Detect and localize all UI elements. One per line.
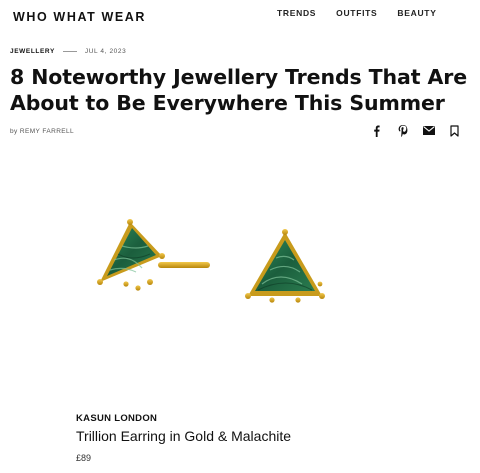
product-price: £89 — [76, 453, 92, 463]
byline: by REMY FARRELL — [10, 128, 74, 135]
earring-left-illustration — [97, 219, 210, 291]
nav-item-trends[interactable]: TRENDS — [277, 8, 316, 18]
meta-divider — [62, 51, 77, 52]
nav-item-beauty[interactable]: BEAUTY — [397, 8, 436, 18]
article-meta: JEWELLERY JUL 4, 2023 — [10, 48, 126, 55]
article-title: 8 Noteworthy Jewellery Trends That Are A… — [10, 65, 468, 115]
top-nav: TRENDS OUTFITS BEAUTY — [277, 8, 437, 18]
category-link[interactable]: JEWELLERY — [10, 48, 55, 55]
product-name[interactable]: Trillion Earring in Gold & Malachite — [76, 428, 291, 444]
site-logo[interactable]: WHO WHAT WEAR — [13, 10, 146, 24]
facebook-icon[interactable] — [370, 124, 383, 137]
bookmark-icon[interactable] — [448, 124, 461, 137]
product-card: KASUN LONDON Trillion Earring in Gold & … — [76, 413, 291, 463]
earring-right-illustration — [245, 229, 325, 303]
product-brand[interactable]: KASUN LONDON — [76, 413, 291, 424]
pinterest-icon[interactable] — [396, 124, 409, 137]
email-icon[interactable] — [422, 124, 435, 137]
nav-item-outfits[interactable]: OUTFITS — [336, 8, 377, 18]
byline-prefix: by — [10, 128, 18, 135]
author-link[interactable]: REMY FARRELL — [20, 128, 74, 135]
share-bar — [370, 124, 461, 137]
publish-date: JUL 4, 2023 — [84, 48, 127, 55]
product-image[interactable] — [90, 210, 340, 315]
